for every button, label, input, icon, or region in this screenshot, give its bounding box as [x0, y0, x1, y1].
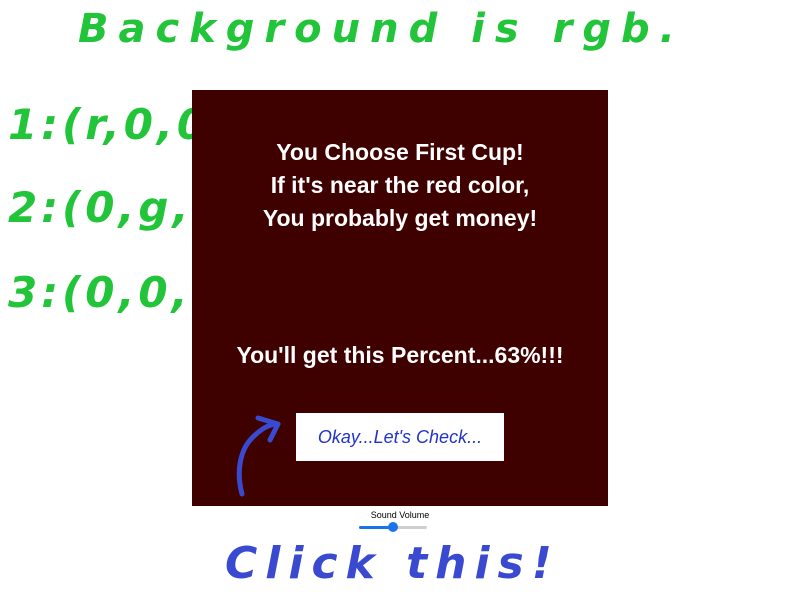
annotation-arrow-icon — [236, 415, 281, 497]
message-line: You probably get money! — [262, 205, 538, 231]
annotation-background-note: Background is rgb. — [78, 6, 685, 52]
sound-volume-label: Sound Volume — [370, 510, 430, 520]
percent-text: You'll get this Percent...63%!!! — [236, 342, 564, 368]
check-button[interactable]: Okay...Let's Check... — [296, 413, 504, 461]
sound-volume-slider[interactable] — [359, 522, 427, 532]
result-message: You Choose First Cup! If it's near the r… — [192, 136, 608, 235]
annotation-click-hint: Click this! — [225, 538, 560, 589]
slider-thumb[interactable] — [388, 522, 398, 532]
message-line: You Choose First Cup! — [276, 139, 524, 165]
message-line: If it's near the red color, — [270, 172, 530, 198]
